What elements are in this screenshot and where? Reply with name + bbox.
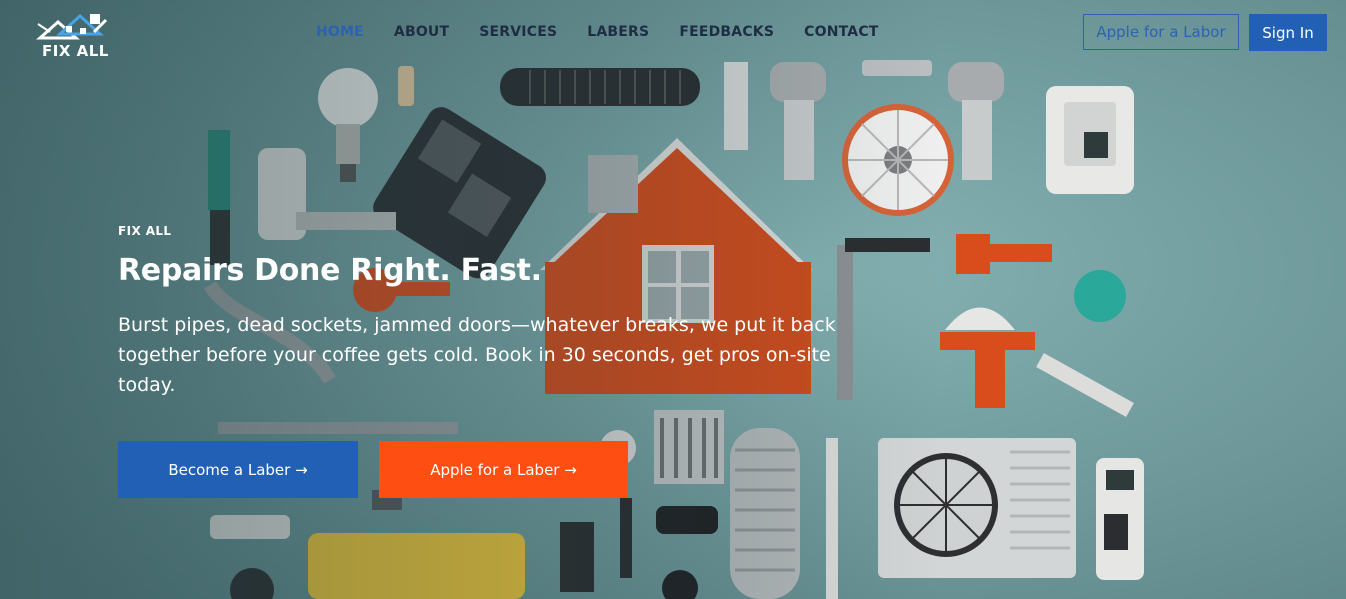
hero-subtext: Burst pipes, dead sockets, jammed doors—… [118, 314, 836, 396]
hero-cta-row: Become a Laber → Apple for a Laber → [118, 441, 628, 498]
site-header: FIX ALL HOME ABOUT SERVICES LABERS FEEDB… [0, 0, 1346, 66]
main-navigation: HOME ABOUT SERVICES LABERS FEEDBACKS CON… [316, 24, 909, 40]
hero-content: FIX ALL Repairs Done Right. Fast. Burst … [118, 224, 858, 400]
sign-in-button[interactable]: Sign In [1249, 14, 1327, 51]
fan [842, 104, 954, 216]
hero-eyebrow: FIX ALL [118, 224, 172, 238]
become-a-laber-button[interactable]: Become a Laber → [118, 441, 358, 498]
nav-home[interactable]: HOME [316, 24, 364, 40]
brand-name[interactable]: FIX ALL [42, 42, 109, 60]
nav-feedbacks[interactable]: FEEDBACKS [679, 24, 774, 40]
air-conditioner [878, 438, 1076, 578]
nav-services[interactable]: SERVICES [479, 24, 557, 40]
nav-contact[interactable]: CONTACT [804, 24, 878, 40]
nav-about[interactable]: ABOUT [394, 24, 449, 40]
nav-labers[interactable]: LABERS [587, 24, 649, 40]
apply-for-labor-button[interactable]: Apple for a Labor [1083, 14, 1239, 50]
apply-for-a-laber-button[interactable]: Apple for a Laber → [379, 441, 628, 498]
hero-headline: Repairs Done Right. Fast. [118, 253, 542, 288]
tube-tool [500, 68, 700, 106]
